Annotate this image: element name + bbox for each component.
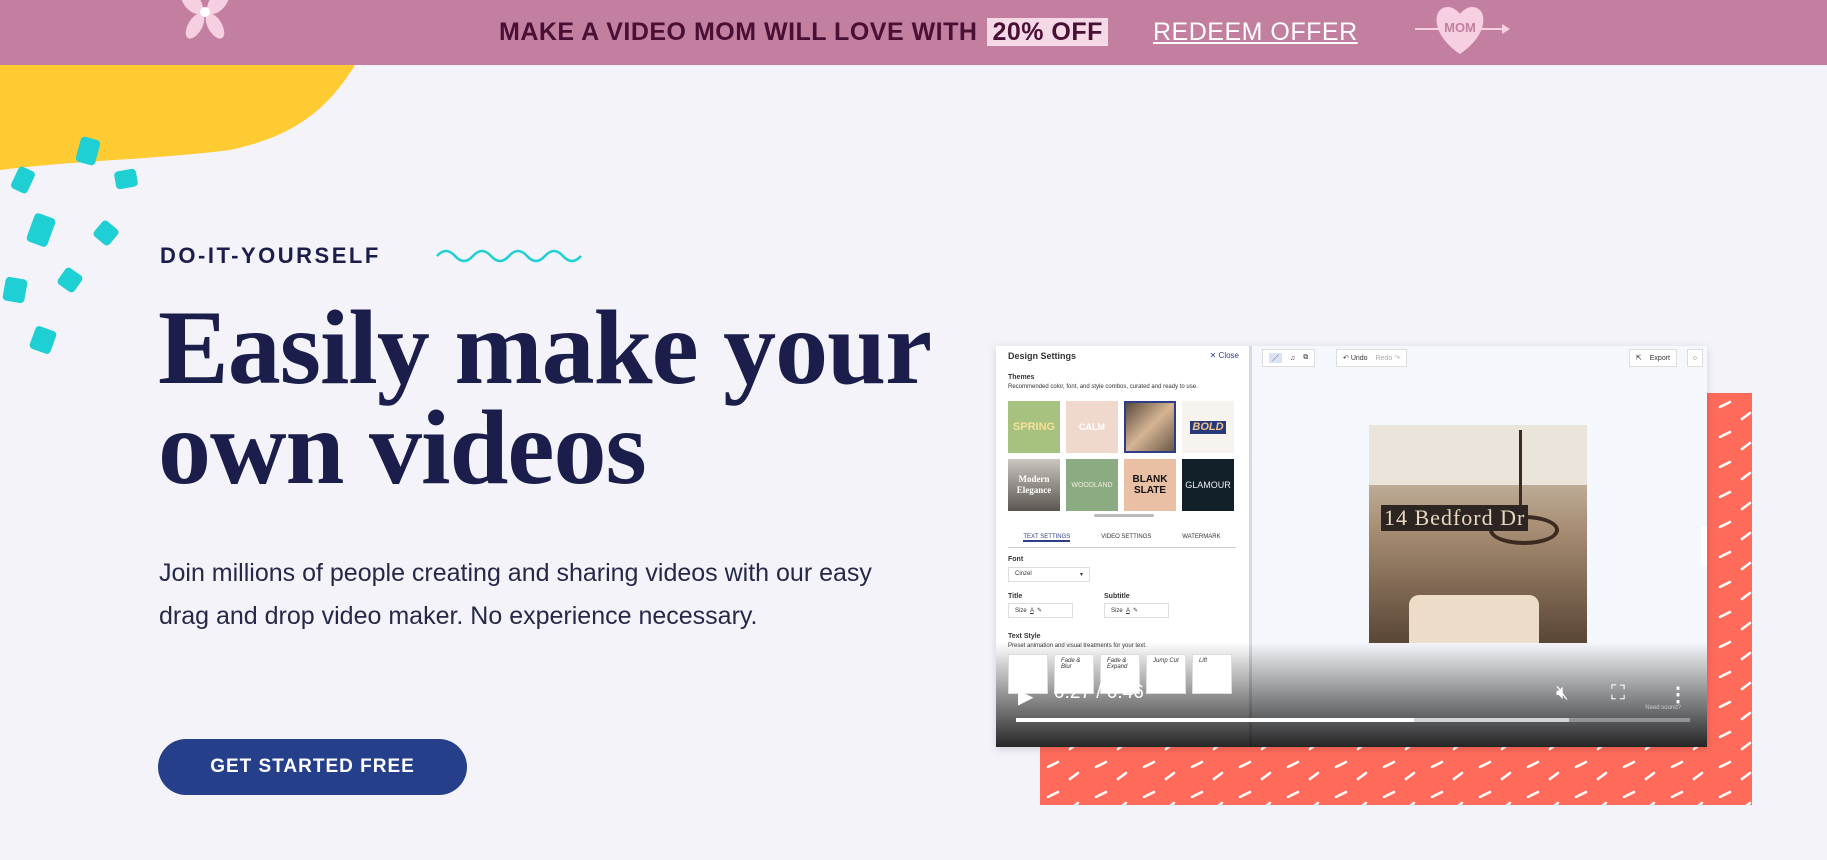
settings-tabs: TEXT SETTINGS VIDEO SETTINGS WATERMARK <box>1008 534 1236 548</box>
hero-description: Join millions of people creating and sha… <box>159 559 872 630</box>
progress-bar[interactable] <box>1016 718 1690 722</box>
need-sound-label: Need sound? <box>1645 705 1681 711</box>
time-display: 0:27 / 0:46 <box>1054 682 1144 703</box>
tab-watermark[interactable]: WATERMARK <box>1182 534 1220 542</box>
title-style-controls[interactable]: Size A ✎ <box>1008 603 1073 618</box>
text-color-icon: A <box>1030 608 1034 614</box>
export-button[interactable]: ⇱ Export <box>1628 349 1677 367</box>
wave-decoration <box>436 249 582 263</box>
theme-tile[interactable]: WOODLAND <box>1066 459 1118 511</box>
editor-screenshot: Design Settings ✕ Close Themes Recommend… <box>996 346 1707 747</box>
text-style-preset[interactable]: Jump Cut <box>1146 654 1186 694</box>
theme-tile[interactable]: GLAMOUR <box>1182 459 1234 511</box>
subtitle-label: Subtitle <box>1104 593 1130 600</box>
get-started-button[interactable]: GET STARTED FREE <box>158 739 467 795</box>
undo-label: Undo <box>1350 355 1368 362</box>
highlight-icon: ✎ <box>1037 608 1043 614</box>
theme-tile-selected[interactable] <box>1124 401 1176 453</box>
subtitle-style-controls[interactable]: Size A ✎ <box>1104 603 1169 618</box>
undo-button[interactable]: ↶ Undo <box>1343 354 1368 362</box>
text-color-icon: A <box>1126 608 1130 614</box>
theme-tile[interactable]: BOLD <box>1182 401 1234 453</box>
preview-ceiling <box>1369 425 1587 485</box>
close-label: Close <box>1218 351 1239 360</box>
pen-icon[interactable]: ／ <box>1269 353 1282 363</box>
eyebrow-label: DO-IT-YOURSELF <box>160 243 381 268</box>
preview-sofa <box>1409 595 1539 643</box>
promo-banner: MAKE A VIDEO MOM WILL LOVE WITH 20% OFF R… <box>0 0 1827 65</box>
redo-button[interactable]: Redo ↷ <box>1376 354 1401 362</box>
size-label: Size <box>1015 608 1027 614</box>
heart-text: MOM <box>1444 20 1476 35</box>
resize-icon[interactable]: ⧉ <box>1303 354 1308 362</box>
export-label: Export <box>1649 354 1670 362</box>
font-label: Font <box>1008 556 1024 563</box>
hero-title-line-2: own videos <box>158 389 647 506</box>
theme-tile[interactable]: SPRING <box>1008 401 1060 453</box>
comment-icon: ○ <box>1692 354 1697 362</box>
collapse-handle[interactable] <box>1701 526 1707 566</box>
music-icon[interactable]: ♫ <box>1290 355 1295 362</box>
redeem-offer-link[interactable]: REDEEM OFFER <box>1153 18 1358 47</box>
theme-tile[interactable]: CALM <box>1066 401 1118 453</box>
panel-title: Design Settings <box>1008 351 1077 361</box>
text-style-label: Text Style <box>1008 633 1041 640</box>
theme-grid: SPRING CALM BOLD Modern Elegance WOODLAN… <box>1008 401 1234 511</box>
flower-icon <box>181 0 229 39</box>
mute-button[interactable]: 🔇︎ <box>1556 682 1569 705</box>
text-style-description: Preset animation and visual treatments f… <box>1008 643 1147 649</box>
themes-description: Recommended color, font, and style combo… <box>1008 384 1198 390</box>
play-button[interactable]: ▶ <box>1018 684 1033 709</box>
preview-caption: 14 Bedford Dr <box>1381 505 1529 531</box>
font-value: Cinzel <box>1015 571 1032 577</box>
more-options-button[interactable]: ⋮ <box>1668 682 1688 707</box>
theme-tile[interactable]: Modern Elegance <box>1008 459 1060 511</box>
redo-label: Redo <box>1375 355 1393 362</box>
export-icon: ⇱ <box>1635 355 1642 362</box>
promo-text: MAKE A VIDEO MOM WILL LOVE WITH 20% OFF <box>499 18 1108 47</box>
editor-toolbar: ／ ♫ ⧉ ↶ Undo Redo ↷ ⇱ Export ○ <box>1256 346 1707 368</box>
progress-fill <box>1016 718 1414 722</box>
tab-video-settings[interactable]: VIDEO SETTINGS <box>1101 534 1151 542</box>
themes-label: Themes <box>1008 374 1035 381</box>
size-label: Size <box>1111 608 1123 614</box>
theme-tile[interactable]: BLANK SLATE <box>1124 459 1176 511</box>
close-button[interactable]: ✕ Close <box>1210 351 1239 360</box>
promo-message: MAKE A VIDEO MOM WILL LOVE WITH <box>499 18 978 46</box>
title-label: Title <box>1008 593 1023 600</box>
font-select[interactable]: Cinzel ▾ <box>1008 567 1090 582</box>
discount-badge: 20% OFF <box>987 18 1108 46</box>
caret-down-icon: ▾ <box>1079 572 1083 578</box>
fullscreen-button[interactable]: ⛶ <box>1611 682 1625 705</box>
history-group: ↶ Undo Redo ↷ <box>1336 349 1408 367</box>
text-style-preset[interactable]: Lift <box>1192 654 1232 694</box>
tab-text-settings[interactable]: TEXT SETTINGS <box>1023 534 1071 542</box>
highlight-icon: ✎ <box>1133 608 1139 614</box>
teal-brush-dots-decoration <box>2 136 138 354</box>
theme-tile-label: BOLD <box>1190 420 1226 434</box>
comment-button[interactable]: ○ <box>1686 349 1703 367</box>
tool-group: ／ ♫ ⧉ <box>1262 349 1316 367</box>
themes-scrollbar[interactable] <box>1094 514 1154 517</box>
heart-arrow-icon: MOM <box>1415 7 1510 54</box>
video-preview: 14 Bedford Dr <box>1369 425 1587 643</box>
hero-title: Easily make your own videos <box>158 295 958 501</box>
